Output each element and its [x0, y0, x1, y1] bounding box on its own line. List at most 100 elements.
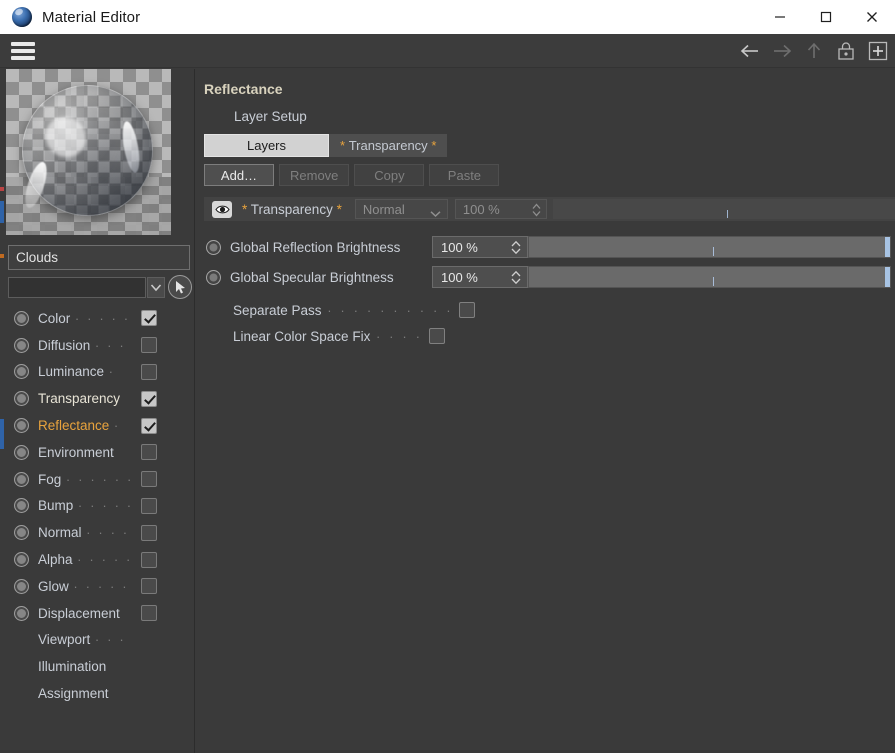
slider-handle[interactable]	[885, 267, 890, 287]
property-slider[interactable]	[528, 266, 891, 288]
property-radio-1[interactable]	[206, 269, 221, 285]
channel-row-fog[interactable]: Fog. . . . . .	[5, 466, 195, 493]
material-search-input[interactable]	[8, 276, 146, 298]
channel-row-environment[interactable]: Environment	[5, 439, 195, 466]
material-name-input[interactable]: Clouds	[8, 245, 190, 270]
property-value-text: 100 %	[441, 239, 478, 255]
channel-checkbox-reflectance[interactable]	[141, 417, 157, 434]
channel-checkbox-color[interactable]	[141, 310, 157, 327]
channel-radio-diffusion[interactable]	[14, 337, 29, 353]
chevron-down-icon[interactable]	[146, 276, 166, 298]
channel-row-color[interactable]: Color. . . . .	[5, 305, 195, 332]
property-value-input[interactable]: 100 %	[432, 266, 528, 288]
channel-row-normal[interactable]: Normal. . . .	[5, 519, 195, 546]
check-dot-leader: . . . .	[376, 325, 423, 341]
forward-arrow-icon[interactable]	[767, 36, 797, 66]
channel-row-alpha[interactable]: Alpha. . . . .	[5, 546, 195, 573]
channel-radio-transparency[interactable]	[14, 391, 29, 407]
remove-button[interactable]: Remove	[279, 164, 350, 186]
property-row-0: Global Reflection Brightness 100 %	[196, 234, 895, 260]
channel-checkbox-luminance[interactable]	[141, 363, 157, 380]
channel-radio-fog[interactable]	[14, 471, 29, 487]
channel-radio-normal[interactable]	[14, 525, 29, 541]
property-row-1: Global Specular Brightness 100 %	[196, 264, 895, 290]
channel-row-luminance[interactable]: Luminance.	[5, 359, 195, 386]
cursor-picker-icon[interactable]	[168, 275, 192, 299]
up-arrow-icon[interactable]	[799, 36, 829, 66]
add-icon[interactable]	[863, 36, 893, 66]
close-button[interactable]	[849, 0, 895, 34]
tab-transparency[interactable]: * Transparency *	[329, 134, 448, 157]
channel-row-viewport[interactable]: Viewport. . .	[5, 627, 195, 654]
channel-checkbox-alpha[interactable]	[141, 551, 157, 568]
channel-radio-glow[interactable]	[14, 578, 29, 594]
property-value-text: 100 %	[441, 269, 478, 285]
back-arrow-icon[interactable]	[735, 36, 765, 66]
layer-button-row: Add… Remove Copy Paste	[204, 164, 500, 186]
channel-row-illumination[interactable]: Illumination	[5, 653, 195, 680]
channel-row-reflectance[interactable]: Reflectance.	[5, 412, 195, 439]
maximize-button[interactable]	[803, 0, 849, 34]
channel-row-diffusion[interactable]: Diffusion. . .	[5, 332, 195, 359]
window-controls	[757, 0, 895, 34]
channel-radio-color[interactable]	[14, 310, 29, 326]
channel-radio-environment[interactable]	[14, 444, 29, 460]
channel-radio-reflectance[interactable]	[14, 418, 29, 434]
channel-checkbox-glow[interactable]	[141, 578, 157, 595]
tab-layers[interactable]: Layers	[204, 134, 329, 157]
channel-row-displacement[interactable]: Displacement	[5, 600, 195, 627]
blend-mode-select[interactable]: Normal	[354, 199, 448, 221]
layer-opacity-slider[interactable]	[552, 199, 895, 219]
minimize-button[interactable]	[757, 0, 803, 34]
channel-dot-leader: .	[114, 415, 121, 431]
check-label: Separate Pass	[233, 302, 322, 318]
channel-radio-bump[interactable]	[14, 498, 29, 514]
channel-dot-leader: . . . . .	[75, 307, 131, 323]
eye-icon[interactable]	[212, 200, 232, 218]
property-value-input[interactable]: 100 %	[432, 236, 528, 258]
copy-button[interactable]: Copy	[354, 164, 425, 186]
layer-setup-label: Layer Setup	[234, 109, 307, 124]
hamburger-menu-icon[interactable]	[9, 40, 37, 62]
check-row-linearcolorspacefix[interactable]: Linear Color Space Fix . . . .	[196, 323, 895, 349]
spinner-icon[interactable]	[511, 240, 521, 258]
checkbox[interactable]	[459, 302, 476, 318]
channel-label: Viewport	[38, 632, 91, 648]
channel-radio-luminance[interactable]	[14, 364, 29, 380]
chevron-down-icon	[430, 206, 441, 221]
channel-dot-leader: . . . .	[86, 522, 130, 538]
channel-row-transparency[interactable]: Transparency	[5, 385, 195, 412]
property-slider[interactable]	[528, 236, 891, 258]
slider-handle[interactable]	[885, 237, 890, 257]
channel-row-bump[interactable]: Bump. . . . .	[5, 493, 195, 520]
layer-opacity-input[interactable]: 100 %	[454, 199, 547, 220]
channel-radio-displacement[interactable]	[14, 605, 29, 621]
channel-checkbox-fog[interactable]	[141, 471, 157, 488]
add-button[interactable]: Add…	[204, 164, 274, 186]
channel-radio-alpha[interactable]	[14, 552, 29, 568]
channel-dot-leader: . . .	[95, 334, 126, 350]
check-row-separatepass[interactable]: Separate Pass . . . . . . . . . .	[196, 297, 895, 323]
channel-checkbox-bump[interactable]	[141, 497, 157, 514]
checkbox[interactable]	[428, 328, 445, 344]
main-panel: Reflectance Layer Setup Layers * Transpar…	[196, 69, 895, 753]
layer-row[interactable]: * Transparency * Normal 100 %	[204, 197, 895, 221]
channel-checkbox-normal[interactable]	[141, 524, 157, 541]
material-preview[interactable]	[6, 69, 171, 235]
spinner-icon[interactable]	[532, 203, 541, 220]
sidebar: Clouds Color. . . . . Diffusion. . . Lumin…	[5, 69, 195, 753]
spinner-icon[interactable]	[511, 270, 521, 288]
layer-name-text: Transparency	[250, 201, 333, 217]
property-radio-0[interactable]	[206, 239, 221, 255]
tab-asterisk-left: *	[340, 138, 346, 153]
channel-checkbox-transparency[interactable]	[141, 390, 157, 407]
edge-mark	[0, 254, 4, 258]
tab-asterisk-right: *	[431, 138, 437, 153]
channel-row-assignment[interactable]: Assignment	[5, 680, 195, 707]
channel-checkbox-displacement[interactable]	[141, 605, 157, 622]
paste-button[interactable]: Paste	[429, 164, 500, 186]
lock-icon[interactable]	[831, 36, 861, 66]
channel-checkbox-environment[interactable]	[141, 444, 157, 461]
channel-row-glow[interactable]: Glow. . . . .	[5, 573, 195, 600]
channel-checkbox-diffusion[interactable]	[141, 337, 157, 354]
